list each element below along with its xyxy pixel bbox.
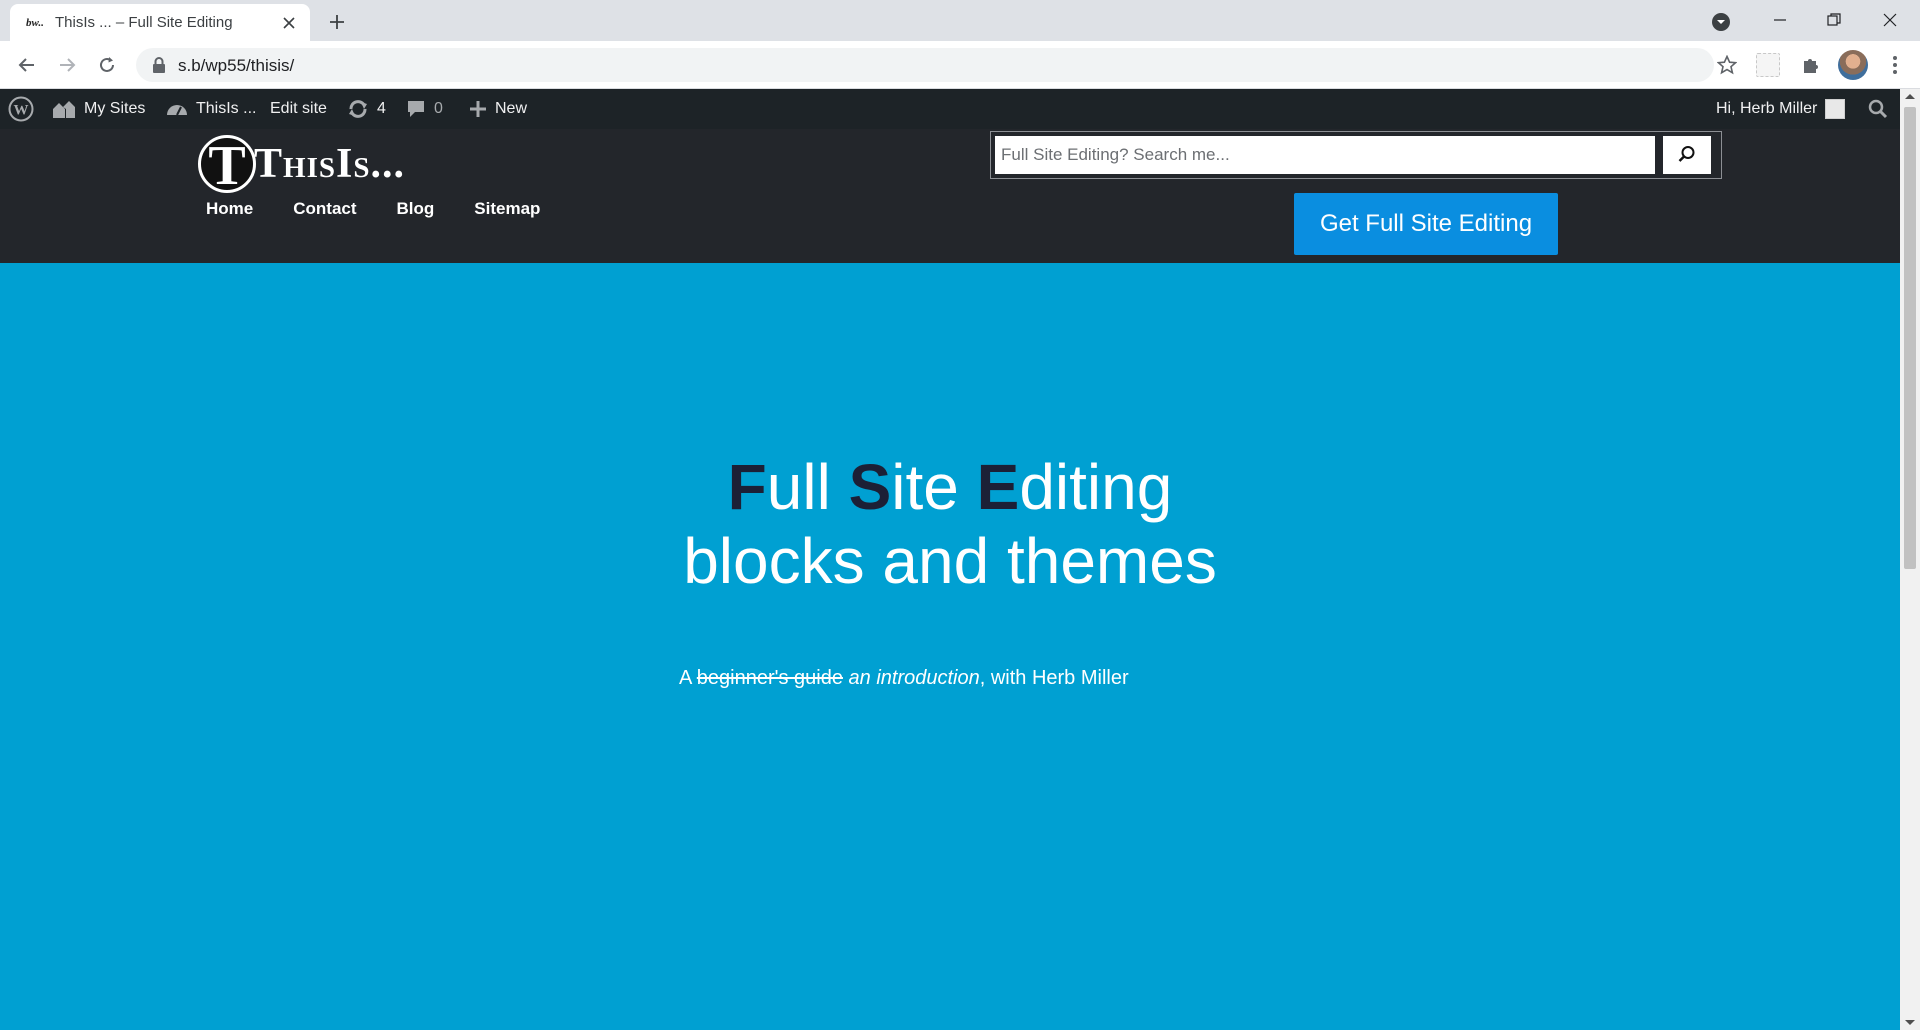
subtitle-italic-text: an introduction bbox=[848, 667, 980, 689]
browser-tab-strip: bw.. ThisIs ... – Full Site Editing bbox=[0, 0, 1920, 41]
kebab-menu-icon[interactable] bbox=[1880, 50, 1910, 80]
title-letter-e: E bbox=[976, 451, 1020, 523]
comment-icon bbox=[406, 100, 426, 118]
wordpress-logo-icon[interactable]: W bbox=[8, 89, 34, 129]
window-close-icon[interactable] bbox=[1862, 0, 1918, 40]
subtitle-struck-text: beginner's guide bbox=[696, 667, 843, 689]
comments-link[interactable]: 0 bbox=[406, 89, 443, 129]
site-search-form bbox=[990, 131, 1722, 179]
lock-icon[interactable] bbox=[152, 57, 166, 73]
comments-count: 0 bbox=[434, 100, 443, 117]
new-content-menu[interactable]: New bbox=[469, 89, 527, 129]
page-viewport: W My Sites ThisIs ... Edit site 4 0 New … bbox=[0, 89, 1900, 1030]
subtitle-suffix: , with Herb Miller bbox=[979, 667, 1129, 689]
my-sites-icon bbox=[52, 99, 76, 119]
url-text: s.b/wp55/thisis/ bbox=[178, 56, 295, 75]
site-header: T ThisIs... Home Contact Blog Sitemap Ge… bbox=[0, 129, 1900, 263]
title-letter-s: S bbox=[848, 451, 892, 523]
profile-avatar[interactable] bbox=[1838, 50, 1868, 80]
title-fragment-ull: ull bbox=[766, 451, 849, 523]
new-label: New bbox=[495, 100, 528, 117]
title-fragment-ite: ite bbox=[891, 451, 977, 523]
tab-title: ThisIs ... – Full Site Editing bbox=[55, 14, 233, 31]
minimize-icon[interactable] bbox=[1752, 0, 1808, 40]
site-name-label: ThisIs ... bbox=[196, 100, 257, 117]
my-sites-menu[interactable]: My Sites bbox=[52, 89, 145, 129]
site-name-menu[interactable]: ThisIs ... bbox=[166, 89, 256, 129]
get-full-site-editing-button[interactable]: Get Full Site Editing bbox=[1294, 193, 1558, 255]
address-bar[interactable]: s.b/wp55/thisis/ bbox=[136, 48, 1714, 82]
subtitle-prefix: A bbox=[679, 667, 697, 689]
scroll-up-arrow-icon[interactable] bbox=[1905, 94, 1915, 99]
search-icon[interactable] bbox=[1868, 89, 1888, 129]
nav-item-home[interactable]: Home bbox=[206, 199, 253, 219]
search-button[interactable] bbox=[1663, 136, 1711, 174]
extension-placeholder-icon[interactable] bbox=[1756, 53, 1780, 77]
title-fragment-diting: diting bbox=[1019, 451, 1173, 523]
back-icon[interactable] bbox=[11, 49, 43, 81]
search-input[interactable] bbox=[995, 136, 1655, 174]
nav-item-blog[interactable]: Blog bbox=[397, 199, 435, 219]
page-scrollbar[interactable] bbox=[1900, 89, 1920, 1030]
edit-site-link[interactable]: Edit site bbox=[270, 89, 327, 129]
logo-letter: T bbox=[208, 135, 246, 197]
hero-cover: Full Site Editing blocks and themes A be… bbox=[0, 263, 1900, 1030]
user-avatar bbox=[1825, 99, 1846, 119]
edit-site-label: Edit site bbox=[270, 100, 327, 117]
scrollbar-thumb[interactable] bbox=[1904, 107, 1916, 569]
updates-count: 4 bbox=[377, 100, 386, 117]
primary-navigation: Home Contact Blog Sitemap bbox=[206, 199, 540, 219]
scroll-down-arrow-icon[interactable] bbox=[1905, 1020, 1915, 1025]
hero-subtitle: A beginner's guide an introduction, with… bbox=[679, 667, 1129, 690]
user-greeting: Hi, Herb Miller bbox=[1716, 100, 1818, 117]
plus-icon[interactable] bbox=[324, 9, 350, 35]
user-account-menu[interactable]: Hi, Herb Miller bbox=[1716, 89, 1846, 129]
plus-icon bbox=[469, 100, 487, 118]
reload-icon[interactable] bbox=[91, 49, 123, 81]
forward-icon[interactable] bbox=[51, 49, 83, 81]
updates-link[interactable]: 4 bbox=[347, 89, 386, 129]
nav-item-sitemap[interactable]: Sitemap bbox=[474, 199, 540, 219]
star-icon[interactable] bbox=[1710, 48, 1744, 82]
puzzle-icon[interactable] bbox=[1796, 50, 1826, 80]
dashboard-icon bbox=[166, 100, 188, 118]
wp-admin-bar: W My Sites ThisIs ... Edit site 4 0 New … bbox=[0, 89, 1900, 129]
logo-emblem: T bbox=[198, 135, 256, 197]
hero-title-line2: blocks and themes bbox=[683, 525, 1217, 597]
search-icon bbox=[1678, 145, 1696, 166]
my-sites-label: My Sites bbox=[84, 100, 146, 117]
updates-icon bbox=[347, 100, 369, 118]
svg-text:W: W bbox=[14, 103, 29, 119]
restore-icon[interactable] bbox=[1806, 0, 1862, 40]
tab-search-icon[interactable] bbox=[1708, 9, 1734, 35]
logo-text: ThisIs... bbox=[254, 141, 405, 187]
browser-toolbar: s.b/wp55/thisis/ bbox=[0, 41, 1920, 89]
site-logo[interactable]: T ThisIs... bbox=[198, 134, 405, 194]
title-letter-f: F bbox=[727, 451, 767, 523]
site-favicon-icon: bw.. bbox=[26, 17, 44, 29]
close-icon[interactable] bbox=[278, 12, 300, 34]
browser-tab[interactable]: bw.. ThisIs ... – Full Site Editing bbox=[10, 4, 310, 41]
nav-item-contact[interactable]: Contact bbox=[293, 199, 356, 219]
hero-title: Full Site Editing blocks and themes bbox=[0, 450, 1900, 598]
